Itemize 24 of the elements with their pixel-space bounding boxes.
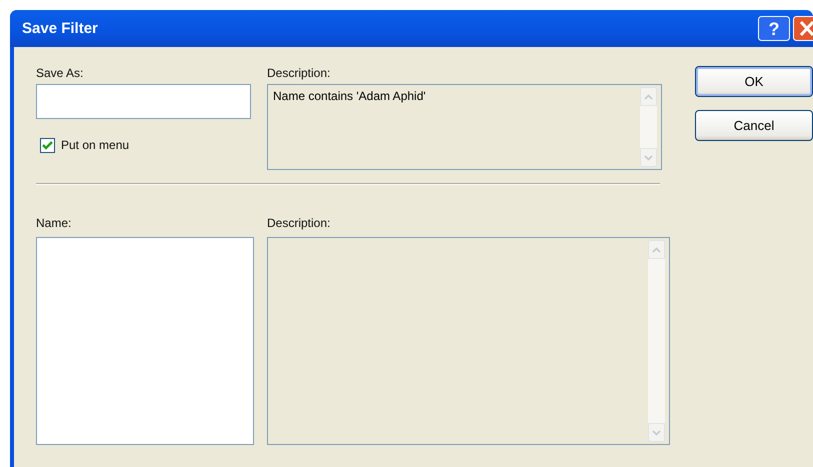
checkbox-label: Put on menu [61,137,130,154]
scroll-up-button[interactable] [640,87,657,106]
scroll-down-button[interactable] [648,423,665,442]
save-as-field[interactable] [36,84,251,119]
field-label: Name: [36,215,72,232]
chevron-down-icon [652,430,661,436]
help-button[interactable]: ? [758,16,790,41]
ok-button[interactable]: OK [695,66,813,97]
checkbox[interactable] [40,138,55,153]
cancel-button[interactable]: Cancel [695,110,813,141]
field-label: Save As: [36,65,84,82]
window-title: Save Filter [22,20,98,37]
description-field[interactable] [267,237,670,445]
chevron-down-icon [644,154,653,160]
name-list[interactable] [36,237,254,445]
description-text: Name contains 'Adam Aphid' [272,88,426,103]
scroll-down-button[interactable] [640,148,657,167]
chevron-up-icon [652,246,661,252]
field-label: Description: [267,215,332,232]
close-button[interactable] [793,16,813,41]
scroll-up-button[interactable] [648,240,665,259]
field-label: Description: [267,65,332,82]
description-field[interactable]: Name contains 'Adam Aphid' [267,84,662,170]
chevron-up-icon [644,94,653,100]
